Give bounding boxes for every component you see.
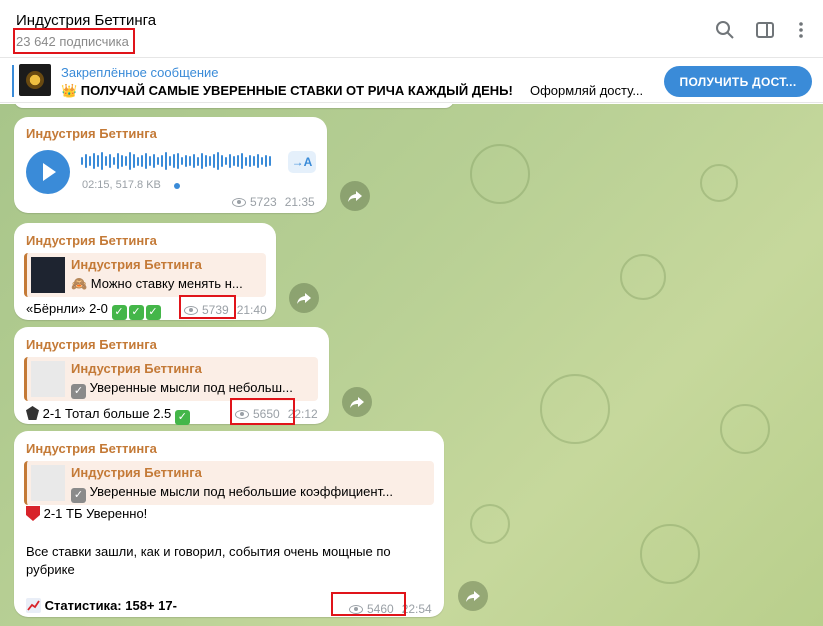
reply-preview[interactable]: Индустрия Беттинга ✓ Уверенные мысли под… [24, 461, 434, 505]
channel-title[interactable]: Индустрия Беттинга [16, 12, 156, 29]
bg-doodle [470, 504, 510, 544]
bg-doodle [470, 144, 530, 204]
message-line-1-text: 2-1 ТБ Уверенно! [43, 506, 148, 521]
message-author[interactable]: Индустрия Беттинга [26, 441, 157, 456]
bg-doodle [640, 524, 700, 584]
pinned-text-continued: Оформляй досту... [530, 83, 644, 98]
message-line-2: Все ставки зашли, как и говорил, события… [26, 544, 391, 559]
voice-duration-size: 02:15, 517.8 KB [82, 179, 161, 191]
previous-message-tail [14, 104, 454, 108]
forward-button[interactable] [340, 181, 370, 211]
message-time: 21:35 [284, 195, 315, 209]
message-stats[interactable]: Индустрия Беттинга Индустрия Беттинга ✓ … [14, 431, 444, 617]
views-icon [232, 197, 246, 207]
views-highlight [179, 295, 236, 319]
pinned-thumbnail [19, 64, 51, 96]
more-vertical-icon[interactable] [790, 19, 812, 41]
message-author[interactable]: Индустрия Беттинга [26, 126, 157, 141]
views-highlight [230, 398, 295, 425]
reply-text-row: ✓ Уверенные мысли под небольшие коэффици… [71, 484, 433, 503]
forward-button[interactable] [342, 387, 372, 417]
forward-button[interactable] [458, 581, 488, 611]
message-time: 21:40 [236, 303, 267, 317]
forward-button[interactable] [289, 283, 319, 313]
check-icon: ✓ [111, 305, 127, 320]
message-meta: 5723 21:35 [232, 195, 315, 209]
reply-thumbnail [31, 361, 65, 397]
check-icon: ✓ [128, 305, 144, 320]
message-stats-line: Статистика: 158+ 17- [26, 598, 177, 613]
reply-preview[interactable]: Индустрия Беттинга ✓ Уверенные мысли под… [24, 357, 318, 401]
views-highlight [331, 592, 406, 616]
sidebar-toggle-icon[interactable] [754, 19, 776, 41]
check-icon: ✓ [174, 410, 190, 425]
chart-icon [26, 598, 41, 613]
chat-area[interactable]: Индустрия Беттинга →A 02:15, 517.8 KB 57… [0, 104, 823, 626]
bg-doodle [540, 374, 610, 444]
search-icon[interactable] [714, 19, 736, 41]
pinned-title: Закреплённое сообщение [61, 65, 219, 80]
message-text-value: «Бёрнли» 2-0 [26, 301, 108, 316]
get-access-button[interactable]: ПОЛУЧИТЬ ДОСТ... [664, 66, 812, 97]
bg-doodle [720, 404, 770, 454]
bg-doodle [700, 164, 738, 202]
reply-thumbnail [31, 465, 65, 501]
reply-text: Уверенные мысли под небольш... [89, 380, 293, 395]
message-burnley[interactable]: Индустрия Беттинга Индустрия Беттинга 🙈 … [14, 223, 276, 320]
chat-header: Индустрия Беттинга 23 642 подписчика [0, 0, 823, 58]
reply-text: Уверенные мысли под небольшие коэффициен… [89, 484, 393, 499]
checkbox-icon: ✓ [71, 384, 86, 399]
message-voice[interactable]: Индустрия Беттинга →A 02:15, 517.8 KB 57… [14, 117, 327, 213]
message-text: «Бёрнли» 2-0 ✓ ✓ ✓ [26, 301, 161, 320]
arsenal-crest-icon [26, 506, 40, 521]
unread-dot [174, 183, 180, 189]
pinned-indicator [12, 65, 14, 97]
pinned-text: 👑 ПОЛУЧАЙ САМЫЕ УВЕРЕННЫЕ СТАВКИ ОТ РИЧА… [61, 83, 513, 98]
message-time: 22:54 [401, 602, 432, 616]
voice-waveform[interactable] [81, 149, 271, 173]
checkbox-icon: ✓ [71, 488, 86, 503]
view-count: 5723 [250, 195, 277, 209]
message-line-3: рубрике [26, 562, 75, 577]
reply-preview[interactable]: Индустрия Беттинга 🙈 Можно ставку менять… [24, 253, 266, 297]
message-author[interactable]: Индустрия Беттинга [26, 233, 157, 248]
check-icon: ✓ [145, 305, 161, 320]
transcribe-button[interactable]: →A [288, 151, 316, 173]
reply-text: 🙈 Можно ставку менять н... [71, 276, 243, 291]
bg-doodle [620, 254, 666, 300]
reply-text-row: ✓ Уверенные мысли под небольш... [71, 380, 317, 399]
message-text-value: 2-1 Тотал больше 2.5 [42, 406, 172, 421]
subscriber-highlight [13, 28, 135, 54]
stats-text: Статистика: 158+ 17- [44, 598, 177, 613]
message-text: 2-1 Тотал больше 2.5 ✓ [26, 406, 190, 425]
club-crest-icon [26, 406, 39, 420]
reply-author: Индустрия Беттинга [71, 361, 202, 376]
play-button[interactable] [26, 150, 70, 194]
reply-author: Индустрия Беттинга [71, 257, 202, 272]
reply-thumbnail [31, 257, 65, 293]
message-author[interactable]: Индустрия Беттинга [26, 337, 157, 352]
message-line-1: 2-1 ТБ Уверенно! [26, 506, 147, 521]
reply-author: Индустрия Беттинга [71, 465, 202, 480]
